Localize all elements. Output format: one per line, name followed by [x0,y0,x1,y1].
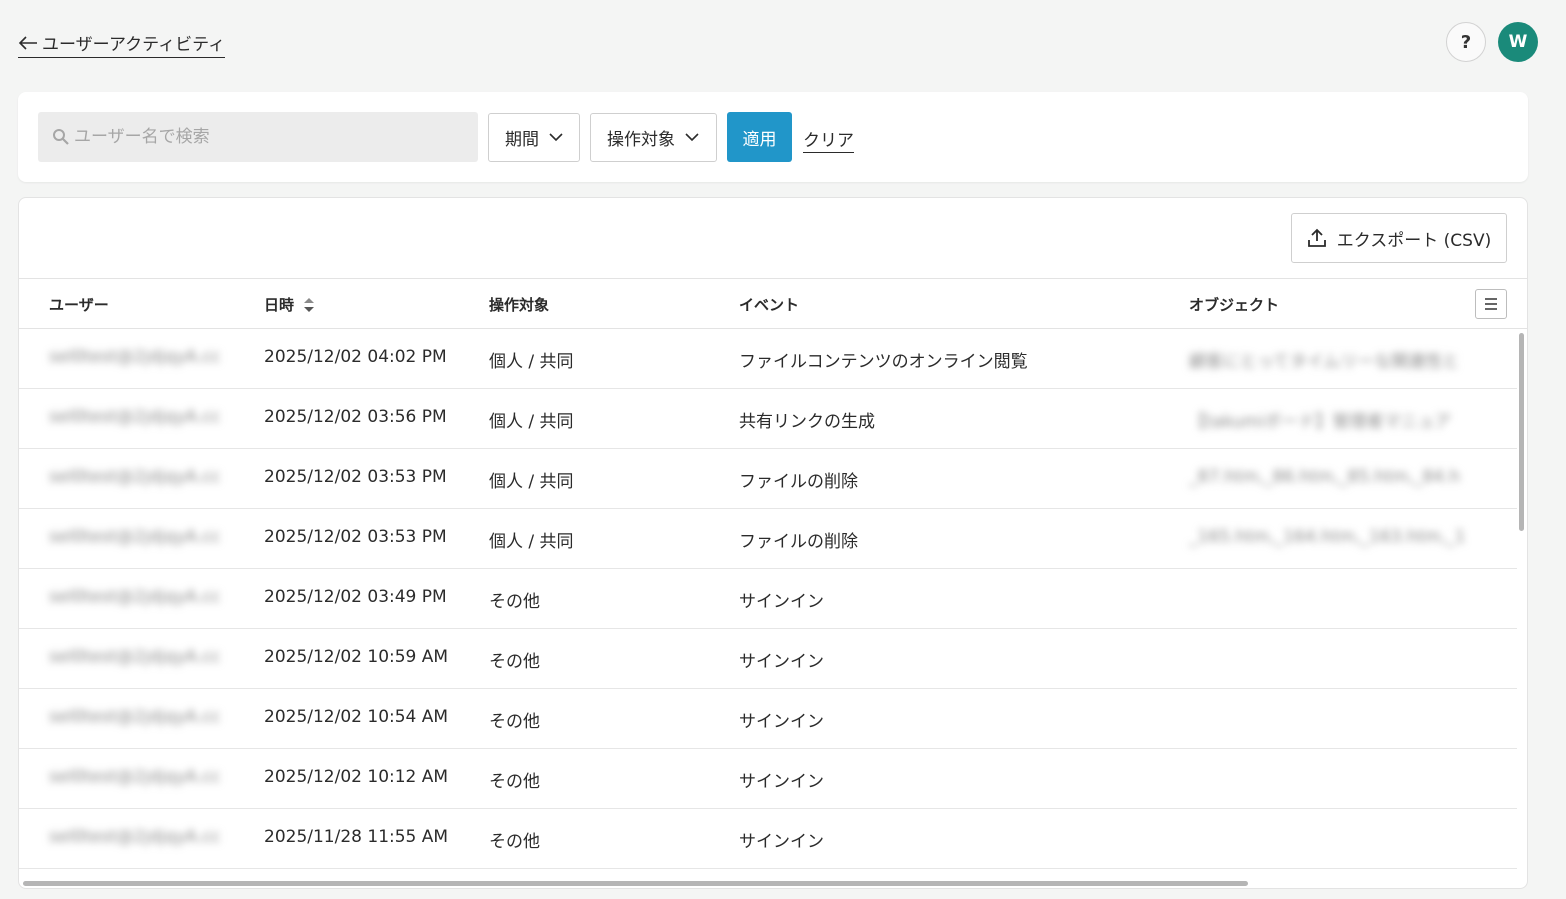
upload-icon [1307,228,1326,247]
search-input[interactable] [74,127,454,147]
cell-user: sel0test@2jdjqyA.co [49,707,219,727]
back-link[interactable]: ユーザーアクティビティ [18,30,226,58]
cell-target: その他 [489,592,540,612]
help-button[interactable]: ? [1446,22,1486,62]
search-box [38,112,478,162]
cell-date: 2025/11/28 11:55 AM [264,827,449,847]
cell-date: 2025/12/02 03:53 PM [264,527,447,547]
table-row[interactable]: sel0test@2jdjqyA.co 2025/11/28 11:55 AM その… [19,809,1517,869]
cell-target: その他 [489,652,540,672]
apply-button-label: 適用 [742,129,777,150]
period-dropdown-label: 期間 [505,130,539,150]
column-header-user[interactable]: ユーザー [49,294,109,315]
column-header-object[interactable]: オブジェクト [1189,294,1279,315]
cell-user: sel0test@2jdjqyA.co [49,767,219,787]
table-row[interactable]: sel0test@2jdjqyA.co 2025/12/02 10:54 AM その… [19,689,1517,749]
cell-object: _165.htm,_164.htm,_163.htm,_1 [1189,527,1466,547]
cell-target: 個人 / 共同 [489,532,574,552]
apply-button[interactable]: 適用 [727,112,792,162]
cell-object: 【takumiボード】管理者マニュア [1189,412,1452,432]
clear-link[interactable]: クリア [803,126,854,153]
cell-event: 共有リンクの生成 [739,412,875,432]
cell-user: sel0test@2jdjqyA.co [49,347,219,367]
cell-user: sel0test@2jdjqyA.co [49,587,219,607]
avatar[interactable]: W [1498,22,1538,62]
table-row[interactable]: sel0test@2jdjqyA.co 2025/12/02 04:02 PM 個人… [19,329,1517,389]
column-header-event[interactable]: イベント [739,294,799,315]
table-header: ユーザー 日時 操作対象 イベント オブジェクト [19,278,1527,329]
column-header-date[interactable]: 日時 [264,294,316,315]
cell-event: サインイン [739,832,824,852]
menu-icon [1485,298,1497,310]
cell-user: sel0test@2jdjqyA.co [49,527,219,547]
cell-event: サインイン [739,712,824,732]
table-row[interactable]: sel0test@2jdjqyA.co 2025/12/02 03:49 PM その… [19,569,1517,629]
cell-target: 個人 / 共同 [489,472,574,492]
table-row[interactable]: sel0test@2jdjqyA.co 2025/12/02 10:12 AM その… [19,749,1517,809]
horizontal-scrollbar[interactable] [23,881,1248,886]
export-csv-button[interactable]: エクスポート (CSV) [1291,213,1507,263]
filter-panel: 期間 操作対象 適用 クリア [18,92,1528,182]
export-csv-label: エクスポート (CSV) [1336,230,1492,251]
chevron-down-icon [549,133,563,142]
chevron-down-icon [685,133,699,142]
table-row[interactable]: sel0test@2jdjqyA.co 2025/12/02 03:56 PM 個人… [19,389,1517,449]
table-row[interactable]: sel0test@2jdjqyA.co 2025/12/02 10:59 AM その… [19,629,1517,689]
cell-date: 2025/12/02 03:53 PM [264,467,447,487]
cell-object: 顧客にとってタイムリーな関連性と [1189,352,1460,372]
activity-table-panel: エクスポート (CSV) ユーザー 日時 操作対象 イベント オブジェクト se… [18,197,1528,889]
table-row[interactable]: sel0test@2jdjqyA.co 2025/12/02 03:53 PM 個人… [19,509,1517,569]
cell-date: 2025/12/02 04:02 PM [264,347,447,367]
table-body: sel0test@2jdjqyA.co 2025/12/02 04:02 PM 個人… [19,329,1517,869]
cell-event: サインイン [739,592,824,612]
cell-user: sel0test@2jdjqyA.co [49,647,219,667]
back-link-label: ユーザーアクティビティ [42,35,226,55]
cell-object: _87.htm,_86.htm,_85.htm,_84.h [1189,467,1461,487]
help-icon: ? [1460,31,1472,53]
cell-target: その他 [489,772,540,792]
cell-event: ファイルの削除 [739,472,858,492]
cell-date: 2025/12/02 10:54 AM [264,707,449,727]
cell-target: 個人 / 共同 [489,412,574,432]
cell-target: その他 [489,712,540,732]
cell-date: 2025/12/02 03:56 PM [264,407,447,427]
cell-event: サインイン [739,652,824,672]
target-dropdown[interactable]: 操作対象 [590,113,717,162]
arrow-left-icon [18,35,37,50]
column-settings-button[interactable] [1475,289,1507,319]
column-header-target[interactable]: 操作対象 [489,294,549,315]
vertical-scrollbar[interactable] [1519,333,1524,531]
sort-icon [304,297,315,312]
cell-event: ファイルコンテンツのオンライン閲覧 [739,352,1028,372]
target-dropdown-label: 操作対象 [607,130,675,150]
cell-date: 2025/12/02 10:12 AM [264,767,449,787]
table-row[interactable]: sel0test@2jdjqyA.co 2025/12/02 03:53 PM 個人… [19,449,1517,509]
cell-user: sel0test@2jdjqyA.co [49,827,219,847]
avatar-initial: W [1508,32,1528,52]
search-icon [53,129,69,145]
cell-user: sel0test@2jdjqyA.co [49,467,219,487]
cell-event: ファイルの削除 [739,532,858,552]
cell-event: サインイン [739,772,824,792]
period-dropdown[interactable]: 期間 [488,113,580,162]
cell-target: その他 [489,832,540,852]
cell-target: 個人 / 共同 [489,352,574,372]
cell-date: 2025/12/02 10:59 AM [264,647,449,667]
cell-user: sel0test@2jdjqyA.co [49,407,219,427]
cell-date: 2025/12/02 03:49 PM [264,587,447,607]
